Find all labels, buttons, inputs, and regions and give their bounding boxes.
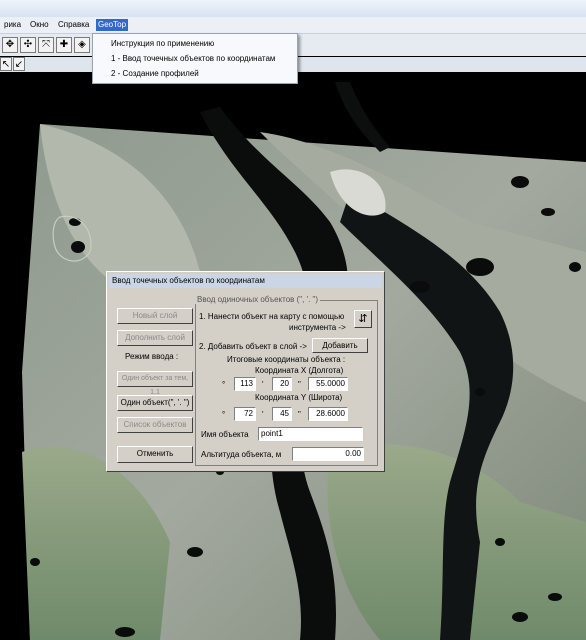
new-layer-button[interactable]: Новый слой: [117, 308, 193, 324]
mode-label: Режим ввода :: [125, 352, 179, 361]
window-titlebar: [0, 0, 586, 17]
zoom-out-icon[interactable]: ◈: [74, 37, 90, 53]
x-minutes-field[interactable]: 20: [272, 377, 292, 391]
x-degree-symbol: °: [222, 380, 226, 389]
menu-item-window[interactable]: Окно: [28, 19, 51, 31]
step2-label: 2. Добавить объект в слой ->: [199, 342, 307, 351]
y-degree-symbol: °: [222, 410, 226, 419]
menu-bar: рика Окно Справка GeoTop: [0, 17, 586, 34]
one-by-one-button[interactable]: Один объект за тем, 1,1: [117, 371, 193, 396]
step1-label-2: инструмента ->: [289, 323, 346, 332]
dialog-title: Ввод точечных объектов по координатам: [109, 274, 382, 288]
altitude-field[interactable]: 0.00: [292, 447, 364, 461]
menu-item-graphics[interactable]: рика: [2, 19, 23, 31]
object-name-label: Имя объекта: [201, 430, 249, 439]
x-coordinate-label: Координата X (Долгота): [255, 366, 344, 375]
cancel-button[interactable]: Отменить: [117, 446, 193, 463]
menu-item-help[interactable]: Справка: [56, 19, 91, 31]
add-button[interactable]: Добавить: [312, 338, 368, 353]
menu-item-create-profiles[interactable]: 2 - Создание профилей: [111, 69, 199, 78]
step1-label: 1. Нанести объект на карту с помощью: [199, 312, 345, 321]
placement-tool-icon[interactable]: ⇵: [354, 310, 372, 328]
x-degrees-field[interactable]: 113: [234, 377, 256, 391]
pan-icon[interactable]: ✥: [2, 37, 18, 53]
select-tool-icon[interactable]: ↖: [0, 57, 12, 71]
y-coordinate-label: Координата Y (Широта): [255, 393, 343, 402]
y-minute-symbol: ': [262, 410, 264, 419]
one-object-button[interactable]: Один объект(", '. "): [117, 395, 193, 411]
zoom-fit-icon[interactable]: ⤧: [38, 37, 54, 53]
x-seconds-field[interactable]: 55.0000: [308, 377, 348, 391]
object-name-field[interactable]: point1: [258, 427, 363, 441]
menu-item-geotop[interactable]: GeoTop: [96, 19, 129, 31]
menu-item-input-point-objects[interactable]: 1 - Ввод точечных объектов по координата…: [111, 54, 275, 63]
x-second-symbol: ": [298, 380, 301, 389]
y-degrees-field[interactable]: 72: [234, 407, 256, 421]
y-seconds-field[interactable]: 28.6000: [308, 407, 348, 421]
result-label: Итоговые координаты объекта :: [227, 355, 346, 364]
group-title: Ввод одиночных объектов (", '. "): [195, 295, 321, 304]
altitude-label: Альтитуда объекта, м: [201, 450, 282, 459]
y-second-symbol: ": [298, 410, 301, 419]
save-layer-button[interactable]: Дополнить слой: [117, 330, 193, 346]
draw-tool-icon[interactable]: ↙: [13, 57, 25, 71]
x-minute-symbol: ': [262, 380, 264, 389]
geotop-dropdown-menu: Инструкция по применению 1 - Ввод точечн…: [92, 33, 298, 84]
y-minutes-field[interactable]: 45: [272, 407, 292, 421]
zoom-extent-icon[interactable]: ✣: [20, 37, 36, 53]
menu-item-instructions[interactable]: Инструкция по применению: [111, 39, 214, 48]
zoom-in-icon[interactable]: ✚: [56, 37, 72, 53]
input-dialog: Ввод точечных объектов по координатам Но…: [106, 271, 385, 472]
list-objects-button[interactable]: Список объектов: [117, 417, 193, 433]
